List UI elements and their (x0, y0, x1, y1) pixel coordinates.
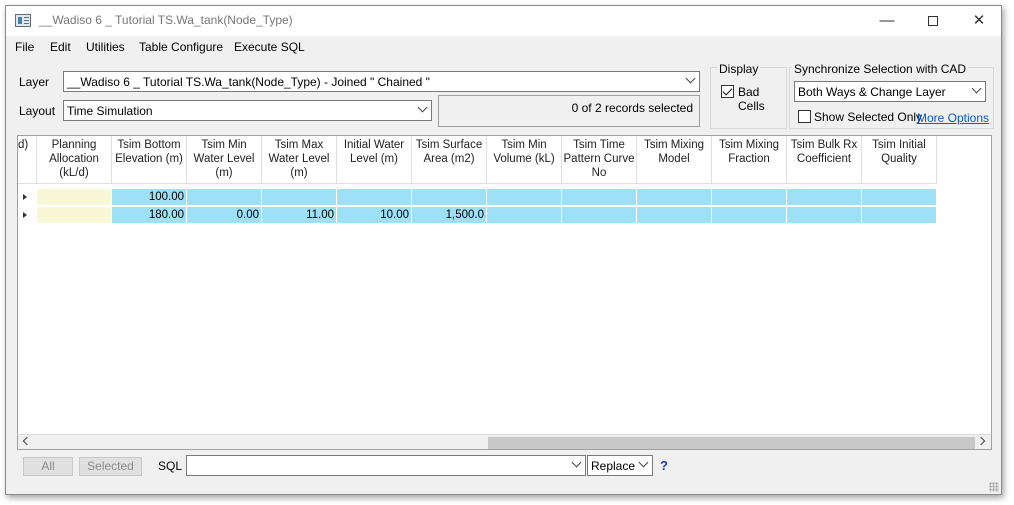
row-selector[interactable] (18, 189, 37, 207)
table-cell[interactable]: 1,500.0 (412, 207, 487, 224)
more-options-link[interactable]: More Options (917, 111, 989, 125)
column-header[interactable]: Tsim Time Pattern Curve No (562, 136, 637, 184)
table-cell[interactable]: 0.00 (187, 207, 262, 224)
attribute-table: d) Planning Allocation (kL/d) Tsim Botto… (17, 135, 992, 450)
table-cell[interactable] (262, 189, 337, 206)
table-cell[interactable] (862, 207, 937, 224)
table-cell[interactable] (487, 189, 562, 206)
table-window: __Wadiso 6 _ Tutorial TS.Wa_tank(Node_Ty… (5, 5, 1002, 495)
sql-input[interactable] (186, 455, 586, 476)
column-header[interactable]: Tsim Mixing Model (637, 136, 712, 184)
replace-select[interactable]: Replace (587, 455, 653, 476)
sql-label: SQL (158, 459, 183, 473)
table-cell[interactable] (337, 189, 412, 206)
table-cell[interactable]: 10.00 (337, 207, 412, 224)
scroll-left-icon[interactable] (22, 436, 32, 446)
column-header-partial[interactable]: d) (18, 136, 37, 184)
layout-select-value: Time Simulation (67, 104, 153, 118)
table-cell[interactable] (787, 207, 862, 224)
table-cell[interactable] (187, 189, 262, 206)
layer-label: Layer (19, 75, 50, 89)
bad-cells-checkbox[interactable] (721, 85, 734, 98)
sync-mode-select[interactable]: Both Ways & Change Layer (794, 81, 986, 102)
table-cell[interactable] (637, 207, 712, 224)
sync-group-title: Synchronize Selection with CAD (792, 62, 969, 76)
column-header[interactable]: Tsim Bulk Rx Coefficient (787, 136, 862, 184)
table-cell[interactable] (37, 207, 112, 224)
row-selector[interactable] (18, 207, 37, 225)
resize-grip-icon[interactable] (989, 482, 999, 492)
table-cell[interactable] (37, 189, 112, 206)
menu-utilities[interactable]: Utilities (86, 40, 125, 54)
close-button[interactable]: ✕ (956, 6, 1002, 36)
scroll-thumb[interactable] (488, 437, 975, 449)
table-cell[interactable] (637, 189, 712, 206)
chevron-down-icon (417, 102, 428, 113)
sync-group: Synchronize Selection with CAD Both Ways… (789, 62, 994, 129)
table-cell[interactable] (487, 207, 562, 224)
menu-bar: File Edit Utilities Table Configure Exec… (6, 37, 1001, 57)
all-button[interactable]: All (23, 457, 73, 476)
table-cell[interactable]: 100.00 (112, 189, 187, 206)
chevron-down-icon (685, 73, 696, 84)
window-title: __Wadiso 6 _ Tutorial TS.Wa_tank(Node_Ty… (39, 13, 293, 27)
app-icon (15, 14, 31, 27)
show-selected-only-label: Show Selected Only (814, 110, 923, 124)
horizontal-scrollbar[interactable] (17, 434, 992, 450)
help-icon[interactable]: ? (660, 458, 668, 473)
selection-status: 0 of 2 records selected (571, 101, 693, 115)
selection-status-box: 0 of 2 records selected (438, 95, 700, 127)
maximize-button[interactable] (910, 6, 956, 36)
maximize-icon (928, 16, 938, 27)
table-cell[interactable]: 180.00 (112, 207, 187, 224)
column-header[interactable]: Planning Allocation (kL/d) (37, 136, 112, 184)
sync-mode-value: Both Ways & Change Layer (798, 85, 946, 99)
table-cell[interactable] (787, 189, 862, 206)
chevron-down-icon (571, 457, 582, 468)
show-selected-only-checkbox[interactable] (798, 110, 811, 123)
layout-label: Layout (19, 104, 56, 118)
chevron-down-icon (638, 457, 649, 468)
table-cell[interactable]: 11.00 (262, 207, 337, 224)
column-header[interactable]: Tsim Max Water Level (m) (262, 136, 337, 184)
minimize-button[interactable]: — (864, 6, 910, 36)
table-cell[interactable] (412, 189, 487, 206)
table-cell[interactable] (862, 189, 937, 206)
column-header[interactable]: Tsim Bottom Elevation (m) (112, 136, 187, 184)
menu-execute-sql[interactable]: Execute SQL (234, 40, 305, 54)
layer-select-value: __Wadiso 6 _ Tutorial TS.Wa_tank(Node_Ty… (67, 75, 430, 89)
table-cell[interactable] (562, 189, 637, 206)
table-cell[interactable] (712, 207, 787, 224)
scroll-right-icon[interactable] (976, 436, 986, 446)
column-header[interactable]: Tsim Min Water Level (m) (187, 136, 262, 184)
table-cell[interactable] (712, 189, 787, 206)
column-header[interactable]: Tsim Mixing Fraction (712, 136, 787, 184)
selected-button[interactable]: Selected (79, 457, 142, 476)
chevron-down-icon (971, 83, 982, 94)
menu-file[interactable]: File (15, 40, 34, 54)
column-header[interactable]: Tsim Initial Quality (862, 136, 937, 184)
replace-select-value: Replace (591, 459, 636, 473)
table-cell[interactable] (562, 207, 637, 224)
layer-select[interactable]: __Wadiso 6 _ Tutorial TS.Wa_tank(Node_Ty… (63, 71, 700, 92)
display-group: Display Bad Cells (710, 62, 787, 129)
bad-cells-label: Bad Cells (738, 85, 765, 113)
menu-table-configure[interactable]: Table Configure (139, 40, 223, 54)
menu-edit[interactable]: Edit (50, 40, 71, 54)
column-header[interactable]: Tsim Min Volume (kL) (487, 136, 562, 184)
column-header[interactable]: Initial Water Level (m) (337, 136, 412, 184)
layout-select[interactable]: Time Simulation (63, 100, 432, 121)
display-group-title: Display (717, 62, 761, 76)
column-header[interactable]: Tsim Surface Area (m2) (412, 136, 487, 184)
title-bar: __Wadiso 6 _ Tutorial TS.Wa_tank(Node_Ty… (6, 6, 1001, 36)
